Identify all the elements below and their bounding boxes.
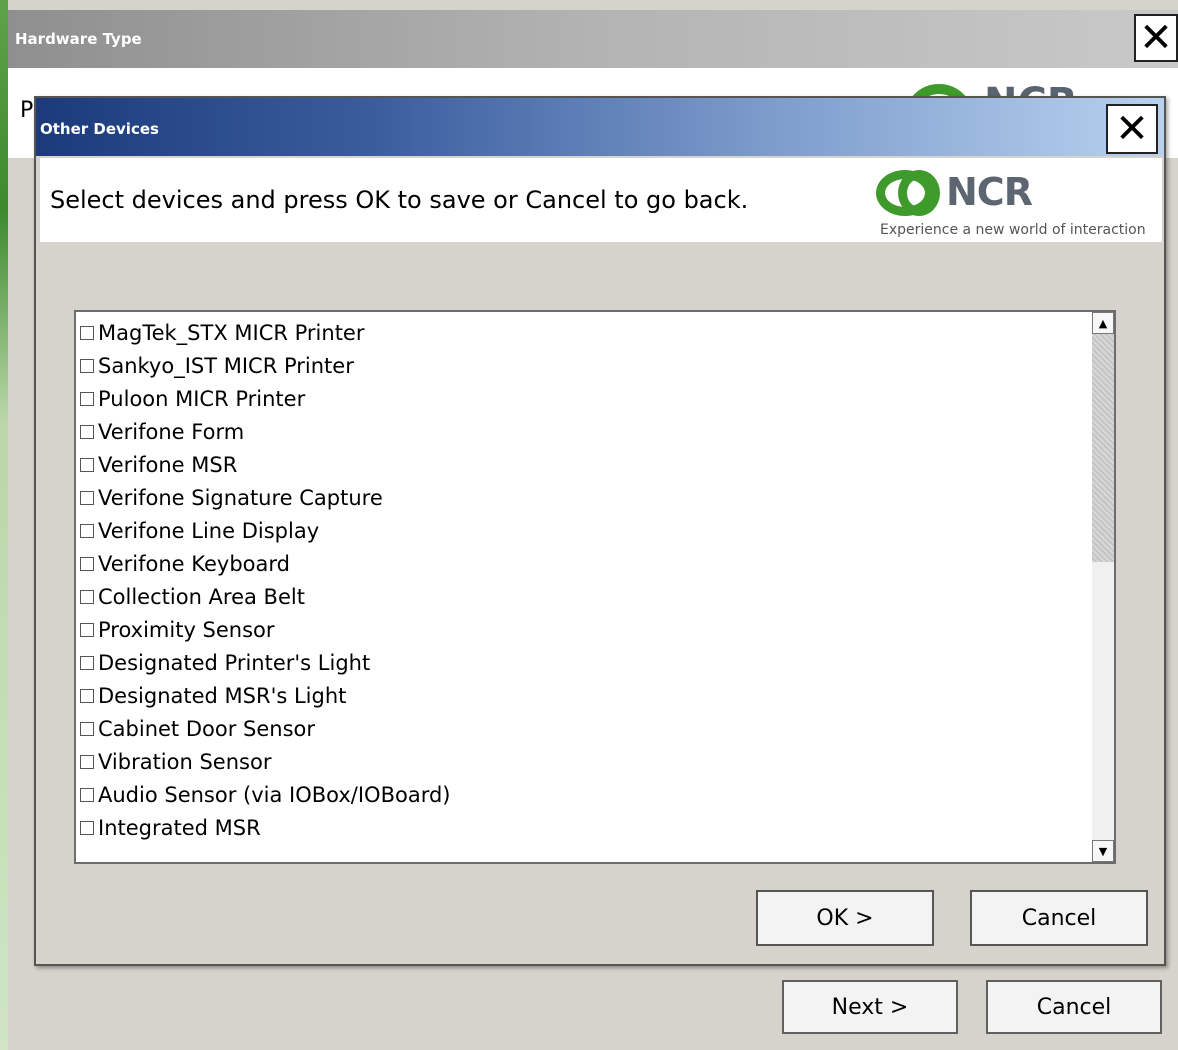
device-list-item[interactable]: Integrated MSR — [80, 811, 1090, 844]
device-label: Verifone Form — [98, 419, 245, 444]
device-checkbox[interactable] — [80, 787, 94, 802]
device-label: Cabinet Door Sensor — [98, 716, 315, 741]
device-checkbox[interactable] — [80, 358, 94, 373]
device-label: Verifone Signature Capture — [98, 485, 383, 510]
hardware-type-titlebar: Hardware Type — [8, 10, 1178, 68]
device-checkbox[interactable] — [80, 391, 94, 406]
hardware-type-cancel-button[interactable]: Cancel — [986, 980, 1162, 1034]
device-list-item[interactable]: Puloon MICR Printer — [80, 382, 1090, 415]
device-list-item[interactable]: Audio Sensor (via IOBox/IOBoard) — [80, 778, 1090, 811]
device-list-item[interactable]: Designated MSR's Light — [80, 679, 1090, 712]
device-checkbox[interactable] — [80, 655, 94, 670]
device-label: MagTek_STX MICR Printer — [98, 320, 365, 345]
instruction-text: Select devices and press OK to save or C… — [50, 186, 749, 214]
device-checkbox[interactable] — [80, 688, 94, 703]
device-label: Puloon MICR Printer — [98, 386, 306, 411]
device-checkbox[interactable] — [80, 754, 94, 769]
device-label: Proximity Sensor — [98, 617, 275, 642]
device-list-item[interactable]: Designated Printer's Light — [80, 646, 1090, 679]
ncr-logo-ring-icon — [898, 170, 940, 216]
other-devices-titlebar: Other Devices — [36, 98, 1164, 156]
ok-button[interactable]: OK > — [756, 890, 934, 946]
device-label: Collection Area Belt — [98, 584, 305, 609]
device-list-item[interactable]: Proximity Sensor — [80, 613, 1090, 646]
device-checkbox[interactable] — [80, 457, 94, 472]
scroll-track[interactable] — [1092, 562, 1114, 840]
device-list-item[interactable]: Verifone Keyboard — [80, 547, 1090, 580]
cancel-button[interactable]: Cancel — [970, 890, 1148, 946]
device-list-item[interactable]: MagTek_STX MICR Printer — [80, 316, 1090, 349]
device-list-item[interactable]: Sankyo_IST MICR Printer — [80, 349, 1090, 382]
device-checkbox[interactable] — [80, 490, 94, 505]
device-checkbox[interactable] — [80, 523, 94, 538]
device-label: Vibration Sensor — [98, 749, 272, 774]
scroll-up-button[interactable]: ▲ — [1092, 312, 1114, 334]
device-list-item[interactable]: Verifone Form — [80, 415, 1090, 448]
device-label: Audio Sensor (via IOBox/IOBoard) — [98, 782, 451, 807]
hardware-type-title: Hardware Type — [15, 30, 142, 48]
device-label: Verifone Line Display — [98, 518, 320, 543]
scroll-down-icon: ▼ — [1098, 844, 1108, 858]
scroll-down-button[interactable]: ▼ — [1092, 840, 1114, 862]
hardware-type-partial-text: P — [20, 98, 34, 123]
device-label: Designated MSR's Light — [98, 683, 347, 708]
scroll-thumb[interactable] — [1092, 334, 1114, 562]
close-icon: ✕ — [1139, 15, 1173, 61]
device-list-item[interactable]: Vibration Sensor — [80, 745, 1090, 778]
other-devices-title: Other Devices — [40, 120, 159, 138]
dialog-header: Select devices and press OK to save or C… — [40, 158, 1162, 242]
close-icon: ✕ — [1115, 106, 1149, 152]
device-checkbox[interactable] — [80, 622, 94, 637]
device-checkbox[interactable] — [80, 820, 94, 835]
hardware-type-close-button[interactable]: ✕ — [1134, 14, 1178, 62]
device-label: Designated Printer's Light — [98, 650, 371, 675]
device-list-scrollbar[interactable]: ▲ ▼ — [1092, 312, 1114, 862]
other-devices-close-button[interactable]: ✕ — [1106, 104, 1158, 154]
scroll-up-icon: ▲ — [1098, 316, 1108, 330]
device-checkbox[interactable] — [80, 424, 94, 439]
device-list-item[interactable]: Verifone Line Display — [80, 514, 1090, 547]
device-list-items: MagTek_STX MICR Printer Sankyo_IST MICR P… — [80, 316, 1090, 844]
device-label: Sankyo_IST MICR Printer — [98, 353, 354, 378]
device-list-item[interactable]: Verifone MSR — [80, 448, 1090, 481]
device-list-item[interactable]: Verifone Signature Capture — [80, 481, 1090, 514]
device-list[interactable]: MagTek_STX MICR Printer Sankyo_IST MICR P… — [74, 310, 1116, 864]
device-checkbox[interactable] — [80, 589, 94, 604]
ncr-tagline: Experience a new world of interaction — [880, 222, 1146, 238]
next-button[interactable]: Next > — [782, 980, 958, 1034]
device-list-item[interactable]: Cabinet Door Sensor — [80, 712, 1090, 745]
device-checkbox[interactable] — [80, 721, 94, 736]
ncr-logo: NCR Experience a new world of interactio… — [876, 170, 1156, 240]
ncr-wordmark: NCR — [946, 170, 1033, 214]
device-list-item[interactable]: Collection Area Belt — [80, 580, 1090, 613]
background-strip — [0, 0, 8, 1050]
device-label: Integrated MSR — [98, 815, 261, 840]
device-checkbox[interactable] — [80, 556, 94, 571]
device-label: Verifone MSR — [98, 452, 238, 477]
device-checkbox[interactable] — [80, 325, 94, 340]
device-label: Verifone Keyboard — [98, 551, 290, 576]
other-devices-dialog: Other Devices ✕ Select devices and press… — [34, 96, 1166, 966]
